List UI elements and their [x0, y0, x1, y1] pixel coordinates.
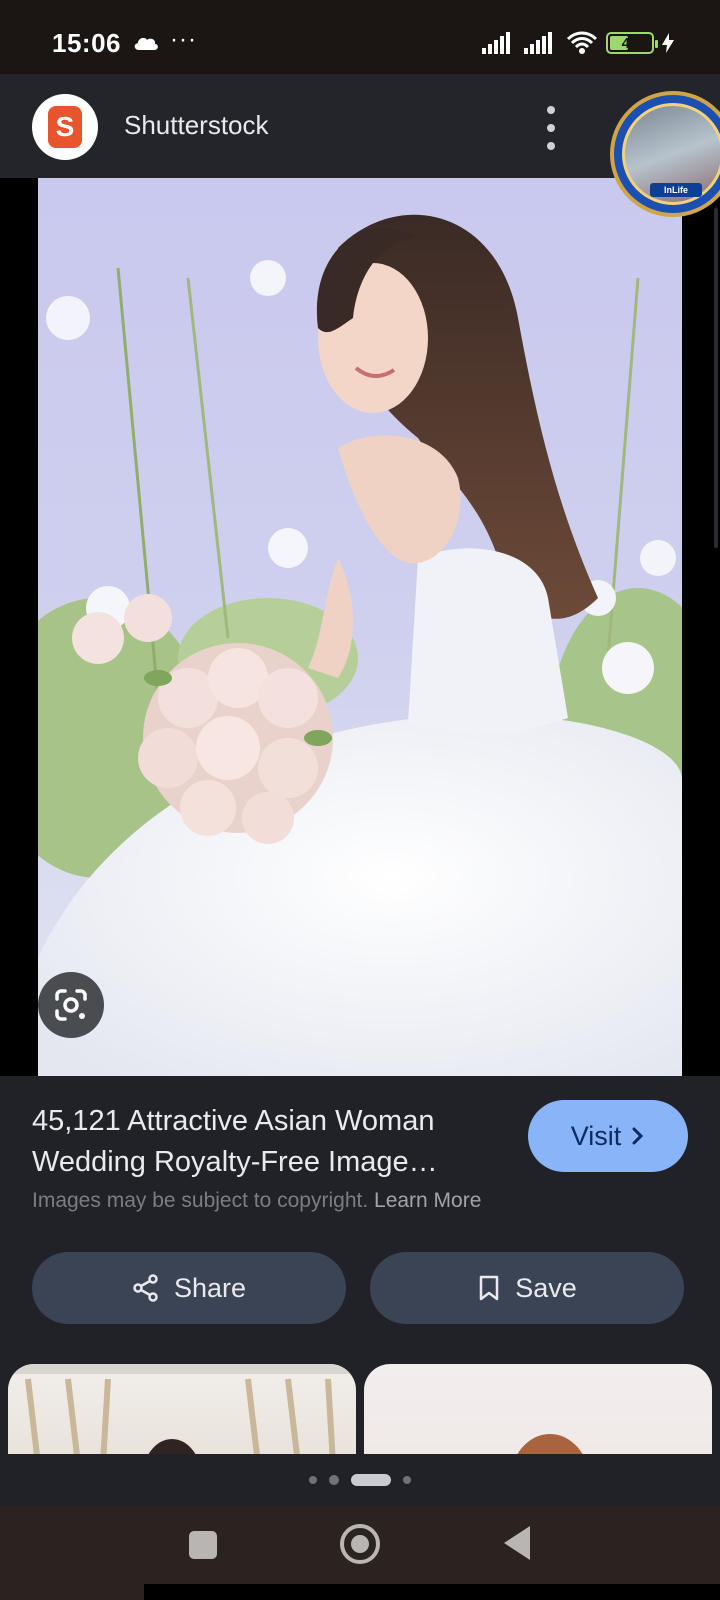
more-vert-icon[interactable]: [536, 106, 566, 150]
related-image-1[interactable]: [8, 1364, 356, 1454]
dot: [547, 142, 555, 150]
related-image-1-illustration: [8, 1364, 356, 1454]
copyright-text: Images may be subject to copyright.: [32, 1189, 369, 1212]
share-label: Share: [173, 1272, 247, 1303]
google-lens-icon: [55, 989, 87, 1021]
copyright-notice: Images may be subject to copyright. Lear…: [32, 1189, 481, 1213]
image-viewer[interactable]: [0, 178, 720, 1076]
battery-icon: 42: [606, 32, 658, 54]
result-title[interactable]: 45,121 Attractive Asian Woman Wedding Ro…: [32, 1101, 502, 1183]
pager-dot: [309, 1476, 317, 1484]
status-icons: 42: [482, 30, 674, 56]
back-button[interactable]: [504, 1526, 530, 1560]
logo-glyph: S: [48, 106, 82, 148]
learn-more-link[interactable]: Learn More: [374, 1189, 481, 1212]
google-lens-button[interactable]: [38, 972, 104, 1038]
charging-icon: [662, 33, 674, 53]
pager-dot-active: [351, 1474, 391, 1486]
chevron-right-icon: [632, 1127, 644, 1145]
shutterstock-logo[interactable]: S: [32, 94, 98, 160]
dot: [547, 124, 555, 132]
more-notifications-icon: ···: [170, 26, 197, 53]
recent-apps-button[interactable]: [189, 1531, 217, 1559]
battery-percent: 42: [621, 34, 639, 52]
scrollbar[interactable]: [714, 208, 718, 548]
related-image-2-illustration: [517, 1434, 583, 1454]
save-button[interactable]: Save: [370, 1252, 684, 1324]
battery-tip: [655, 40, 658, 48]
pager-dot: [329, 1475, 339, 1485]
cloud-icon: [134, 37, 158, 50]
system-nav-bar: [0, 1506, 720, 1600]
signal-icon-2: [524, 32, 552, 54]
visit-button[interactable]: Visit: [528, 1100, 688, 1172]
status-time: 15:06: [52, 28, 121, 58]
wedding-photo[interactable]: [38, 178, 682, 1076]
pager-dot: [403, 1476, 411, 1484]
status-bar: 15:06 ··· 42: [0, 0, 720, 74]
screen: 15:06 ··· 42 S Shutterstock InLife 45,12…: [0, 0, 720, 1600]
share-icon: [133, 1274, 158, 1302]
pager-indicator: [0, 1454, 720, 1506]
photo-illustration: [38, 178, 682, 1076]
result-info-panel: 45,121 Attractive Asian Woman Wedding Ro…: [0, 1076, 720, 1360]
site-name[interactable]: Shutterstock: [124, 110, 269, 141]
home-icon: [351, 1535, 369, 1553]
visit-label: Visit: [570, 1120, 622, 1151]
home-button[interactable]: [340, 1524, 380, 1564]
wifi-icon: [566, 31, 598, 54]
dot: [547, 106, 555, 114]
bubble-badge: InLife: [650, 183, 702, 197]
bookmark-icon: [479, 1275, 499, 1301]
related-images: [0, 1360, 720, 1454]
nav-strip: [144, 1584, 720, 1600]
share-button[interactable]: Share: [32, 1252, 346, 1324]
related-image-2[interactable]: [364, 1364, 712, 1454]
signal-icon: [482, 32, 510, 54]
save-label: Save: [515, 1272, 577, 1303]
